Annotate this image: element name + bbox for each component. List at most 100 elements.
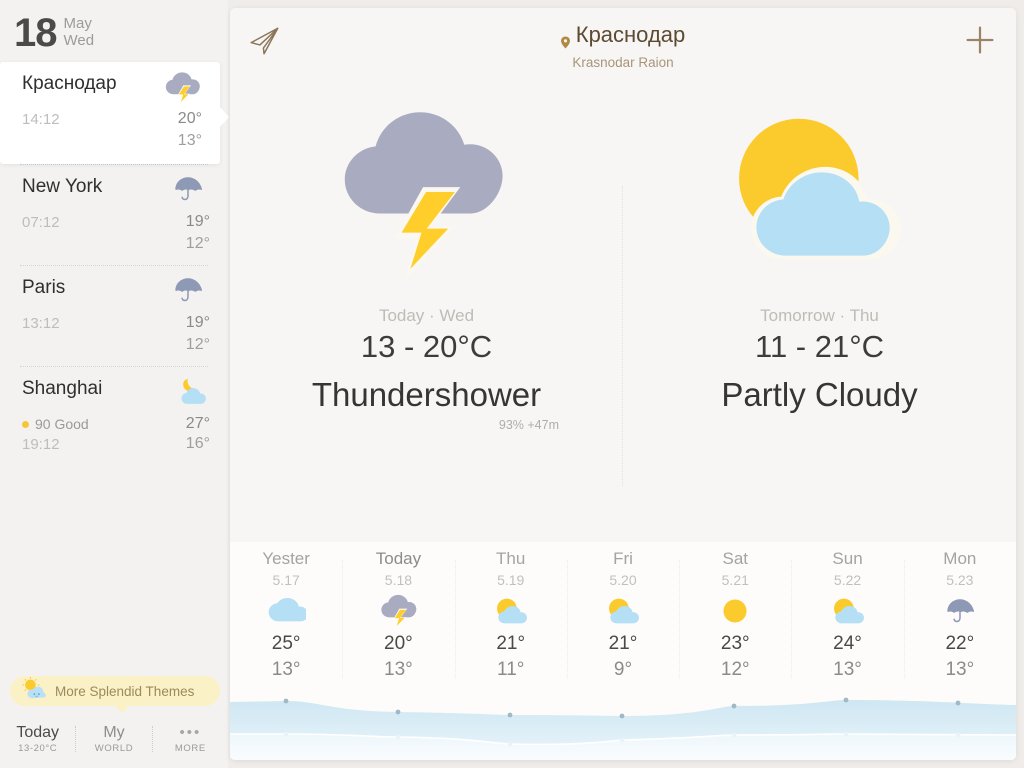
panel-tomorrow[interactable]: Tomorrow · Thu 11 - 21°C Partly Cloudy	[623, 76, 1016, 542]
forecast-day-yester[interactable]: Yester 5.17 25° 13°	[230, 548, 342, 694]
forecast-day-name: Today	[375, 549, 422, 568]
panel-day-label: Today · Wed	[378, 306, 475, 325]
city-name: Краснодар	[22, 73, 117, 94]
forecast-day-sat[interactable]: Sat 5.21 23° 12°	[679, 548, 791, 694]
city-aqi: 90 Good	[22, 416, 89, 432]
date-day-number: 18	[14, 11, 57, 55]
plus-icon[interactable]	[962, 22, 998, 58]
tab-today-title: Today	[16, 724, 60, 741]
forecast-day-high: 22°	[945, 633, 975, 654]
forecast-day-fri[interactable]: Fri 5.20 21° 9°	[566, 548, 679, 694]
map-pin-icon	[560, 29, 570, 48]
panel-temp-range: 13 - 20°C	[360, 329, 493, 364]
city-item-new-york[interactable]: New York 07:12 19° 12°	[0, 165, 228, 265]
forecast-day-name: Yester	[262, 549, 310, 568]
tab-my-world-subtitle: WORLD	[94, 743, 134, 754]
city-local-time: 14:12	[22, 110, 60, 128]
city-list: Краснодар 14:12 20° 13° New York 07:12 1…	[0, 62, 229, 467]
forecast-day-date: 5.17	[272, 572, 300, 588]
header-city-label: Краснодар	[575, 22, 686, 47]
cloud-icon	[266, 593, 307, 629]
panel-temp-range: 11 - 21°C	[755, 329, 884, 364]
card-header: Краснодар Krasnodar Raion	[230, 8, 1016, 76]
panel-extra-info: 93% +47m	[498, 418, 559, 432]
header-region: Krasnodar Raion	[572, 54, 674, 70]
city-low-temp: 12°	[185, 235, 210, 252]
date-month: May	[63, 15, 92, 32]
city-high-temp: 20°	[177, 110, 202, 127]
temperature-trend-chart	[230, 694, 1016, 760]
forecast-panels: Today · Wed 13 - 20°C Thundershower 93% …	[230, 76, 1016, 542]
more-dots-icon: •••	[179, 724, 202, 741]
forecast-day-high: 21°	[608, 633, 638, 654]
more-themes-label: More Splendid Themes	[55, 683, 195, 699]
city-item-krasnodar[interactable]: Краснодар 14:12 20° 13°	[0, 62, 229, 164]
forecast-day-date: 5.18	[384, 572, 413, 588]
weekly-forecast-row: Yester 5.17 25° 13° Today 5.18 20° 13° T…	[230, 542, 1016, 694]
city-item-shanghai[interactable]: Shanghai 90 Good 27° 19:12 16°	[0, 367, 228, 467]
sun-icon	[721, 593, 749, 629]
umbrella-icon	[170, 274, 210, 308]
tab-today[interactable]: Today 13-20°C	[0, 723, 75, 755]
forecast-day-high: 23°	[720, 633, 750, 654]
city-name: Paris	[22, 277, 66, 298]
sun-cloud-icon	[714, 76, 926, 306]
city-aqi-label: 90 Good	[35, 416, 89, 432]
forecast-day-high: 24°	[833, 633, 862, 654]
panel-day-label: Tomorrow · Thu	[760, 306, 879, 325]
city-low-temp: 13°	[177, 132, 202, 149]
panel-condition: Thundershower	[311, 376, 542, 413]
city-high-temp: 19°	[185, 314, 210, 331]
forecast-day-name: Thu	[496, 549, 526, 568]
sun-cloud-icon	[828, 593, 868, 629]
moon-cloud-icon	[170, 375, 210, 409]
temp-trend-svg	[230, 697, 1016, 760]
forecast-day-low: 11°	[497, 659, 525, 680]
date-header: 18 May Wed	[14, 11, 94, 55]
forecast-day-mon[interactable]: Mon 5.23 22° 13°	[903, 548, 1016, 694]
aqi-dot-icon	[22, 420, 29, 428]
forecast-day-name: Mon	[943, 549, 977, 568]
forecast-day-name: Sun	[832, 549, 863, 568]
forecast-day-date: 5.20	[609, 572, 637, 588]
umbrella-icon	[170, 173, 210, 207]
forecast-day-sun[interactable]: Sun 5.22 24° 13°	[791, 548, 903, 694]
tab-more[interactable]: ••• MORE	[153, 723, 228, 755]
main-card: Краснодар Krasnodar Raion Today · Wed 13…	[230, 8, 1016, 760]
umbrella-icon	[942, 593, 978, 629]
city-item-paris[interactable]: Paris 13:12 19° 12°	[0, 266, 228, 366]
forecast-day-low: 13°	[271, 659, 301, 680]
forecast-day-low: 13°	[384, 659, 413, 680]
city-local-time: 07:12	[22, 213, 60, 231]
tab-my-world[interactable]: My WORLD	[76, 723, 151, 755]
forecast-day-today[interactable]: Today 5.18 20° 13°	[342, 548, 454, 694]
forecast-day-name: Fri	[613, 549, 633, 568]
city-local-time: 13:12	[22, 314, 60, 332]
header-location: Краснодар Krasnodar Raion	[230, 22, 1016, 70]
thundershower-icon	[162, 70, 202, 104]
forecast-day-high: 25°	[271, 633, 301, 654]
thundershower-icon	[378, 593, 418, 629]
weekly-forecast: Yester 5.17 25° 13° Today 5.18 20° 13° T…	[230, 542, 1016, 760]
city-low-temp: 12°	[185, 336, 210, 353]
tab-today-subtitle: 13-20°C	[18, 743, 58, 754]
forecast-day-high: 21°	[496, 633, 526, 654]
forecast-day-low: 12°	[720, 659, 750, 680]
city-name: Shanghai	[22, 378, 103, 399]
thundershower-icon	[329, 76, 525, 306]
forecast-day-date: 5.21	[721, 572, 749, 588]
forecast-day-low: 9°	[613, 659, 633, 680]
weather-app: 18 May Wed Краснодар 14:12 20° 13° New Y…	[0, 0, 1024, 768]
sun-cloud-icon	[603, 593, 643, 629]
bottom-tabbar: Today 13-20°C My WORLD ••• MORE	[0, 710, 228, 768]
forecast-day-date: 5.23	[946, 572, 974, 588]
forecast-day-thu[interactable]: Thu 5.19 21° 11°	[454, 548, 567, 694]
panel-condition: Partly Cloudy	[721, 376, 918, 413]
header-city: Краснодар	[560, 22, 686, 48]
forecast-day-low: 13°	[945, 659, 975, 680]
more-themes-button[interactable]: More Splendid Themes	[10, 676, 220, 713]
city-name: New York	[22, 176, 103, 197]
forecast-day-name: Sat	[722, 549, 749, 568]
panel-today[interactable]: Today · Wed 13 - 20°C Thundershower 93% …	[230, 76, 623, 542]
forecast-day-low: 13°	[833, 659, 862, 680]
